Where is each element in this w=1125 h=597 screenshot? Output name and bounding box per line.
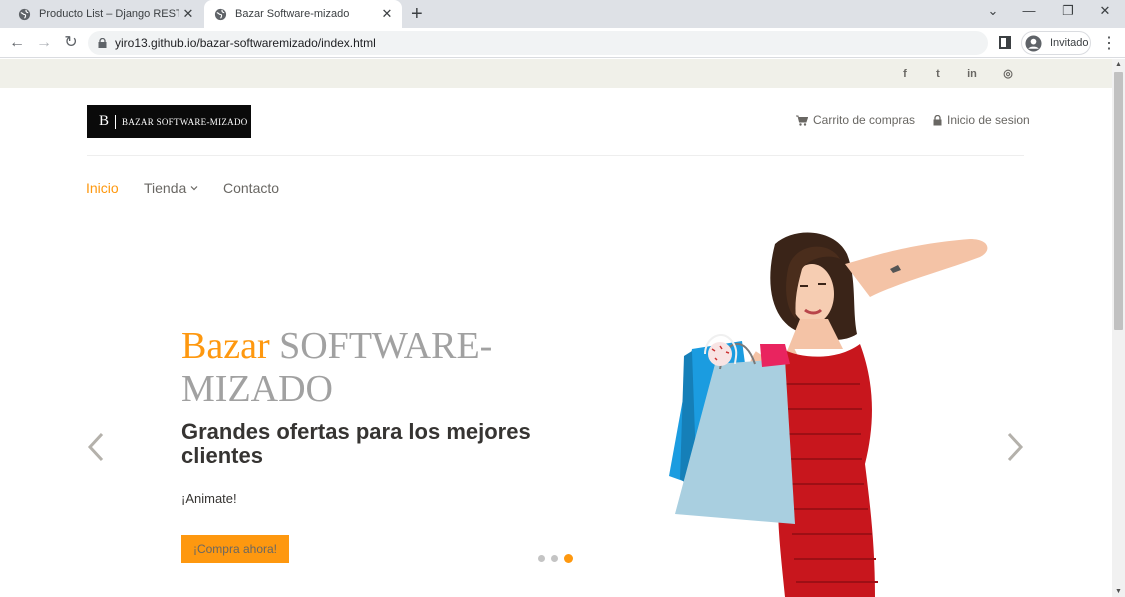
forward-icon[interactable]: → bbox=[35, 34, 53, 52]
login-label: Inicio de sesion bbox=[947, 113, 1030, 127]
instagram-icon[interactable]: ◎ bbox=[1001, 67, 1015, 81]
nav-item-inicio[interactable]: Inicio bbox=[86, 180, 119, 196]
cart-label: Carrito de compras bbox=[813, 113, 916, 127]
globe-icon bbox=[214, 8, 227, 20]
scroll-down-icon[interactable]: ▼ bbox=[1112, 588, 1125, 595]
browser-toolbar: ← → ↻ yiro13.github.io/bazar-softwaremiz… bbox=[0, 28, 1125, 58]
nav-item-label: Tienda bbox=[144, 180, 187, 196]
chevron-down-icon bbox=[190, 186, 198, 191]
tab-title: Bazar Software-mizado bbox=[235, 8, 350, 20]
lock-icon[interactable] bbox=[98, 38, 107, 48]
profile-label: Invitado bbox=[1050, 37, 1089, 49]
scroll-up-icon[interactable]: ▲ bbox=[1112, 61, 1125, 68]
browser-tab-bar: Producto List – Django REST fram ✕ Bazar… bbox=[0, 0, 1125, 28]
scrollbar-thumb[interactable] bbox=[1114, 72, 1123, 330]
address-bar[interactable]: yiro13.github.io/bazar-softwaremizado/in… bbox=[88, 31, 988, 55]
page-viewport: f t in ◎ B BAZAR SOFTWARE-MIZADO Carrito… bbox=[0, 59, 1112, 597]
shopping-cart-icon bbox=[796, 115, 808, 126]
url-text[interactable]: yiro13.github.io/bazar-softwaremizado/in… bbox=[115, 36, 376, 50]
hero-title: Bazar SOFTWARE-MIZADO bbox=[181, 325, 541, 411]
slider-indicator-1[interactable] bbox=[538, 555, 545, 562]
browser-menu-icon[interactable]: ⋮ bbox=[1101, 33, 1117, 53]
close-tab-icon[interactable]: ✕ bbox=[181, 7, 195, 21]
slider-indicator-2[interactable] bbox=[551, 555, 558, 562]
hero-text: ¡Animate! bbox=[181, 491, 237, 506]
tab-title: Producto List – Django REST fram bbox=[39, 8, 179, 20]
nav-item-contacto[interactable]: Contacto bbox=[223, 180, 279, 196]
minimize-button[interactable]: — bbox=[1019, 3, 1039, 18]
cart-link[interactable]: Carrito de compras bbox=[796, 113, 915, 127]
nav-item-label: Contacto bbox=[223, 180, 280, 196]
reload-icon[interactable]: ↻ bbox=[62, 34, 80, 52]
restore-button[interactable]: ❐ bbox=[1058, 3, 1078, 19]
nav-item-label: Inicio bbox=[86, 180, 119, 196]
page-scrollbar[interactable]: ▲ ▼ bbox=[1112, 59, 1125, 597]
linkedin-icon[interactable]: in bbox=[965, 67, 979, 81]
slider-indicator-3[interactable] bbox=[564, 554, 573, 563]
buy-now-button[interactable]: ¡Compra ahora! bbox=[181, 535, 289, 563]
lock-icon bbox=[933, 114, 942, 125]
close-tab-icon[interactable]: ✕ bbox=[380, 7, 394, 21]
logo-separator bbox=[115, 114, 117, 129]
browser-tab-producto-list[interactable]: Producto List – Django REST fram ✕ bbox=[8, 0, 203, 28]
close-window-button[interactable]: ✕ bbox=[1095, 3, 1115, 19]
profile-button[interactable]: Invitado bbox=[1021, 31, 1091, 55]
hero-title-accent: Bazar bbox=[181, 325, 270, 367]
slider-prev-icon[interactable] bbox=[86, 431, 106, 463]
social-topbar: f t in ◎ bbox=[0, 59, 1112, 88]
header-divider bbox=[87, 155, 1024, 156]
side-panel-icon[interactable] bbox=[999, 36, 1011, 49]
avatar-icon bbox=[1025, 34, 1042, 52]
site-logo[interactable]: B BAZAR SOFTWARE-MIZADO bbox=[87, 105, 251, 138]
hero-subtitle: Grandes ofertas para los mejores cliente… bbox=[181, 419, 531, 468]
back-icon[interactable]: ← bbox=[8, 34, 26, 52]
globe-icon bbox=[18, 8, 31, 20]
slider-indicators bbox=[538, 554, 579, 563]
slider-next-icon[interactable] bbox=[1005, 431, 1025, 463]
logo-text: BAZAR SOFTWARE-MIZADO bbox=[122, 116, 248, 127]
browser-tab-bazar[interactable]: Bazar Software-mizado ✕ bbox=[204, 0, 402, 28]
logo-mark: B bbox=[99, 113, 110, 129]
twitter-icon[interactable]: t bbox=[931, 67, 945, 81]
facebook-icon[interactable]: f bbox=[898, 67, 912, 81]
hero-woman-shopping-image bbox=[669, 232, 988, 597]
new-tab-button[interactable]: + bbox=[411, 4, 423, 24]
login-link[interactable]: Inicio de sesion bbox=[933, 113, 1030, 127]
tab-search-button[interactable]: ⌄ bbox=[983, 3, 1003, 19]
nav-item-tienda[interactable]: Tienda bbox=[144, 180, 198, 196]
